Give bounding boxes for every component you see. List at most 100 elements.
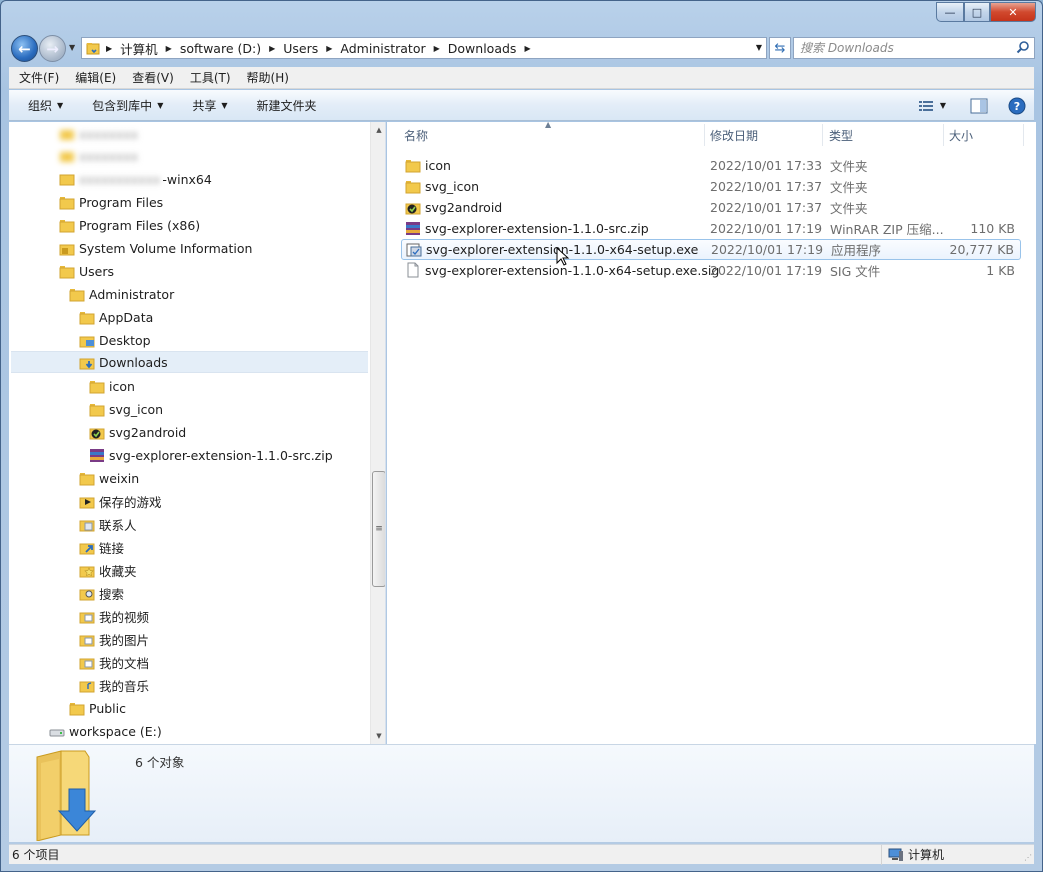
include-in-library-button[interactable]: 包含到库中 ▼ [73, 97, 173, 114]
file-row-setup-sig[interactable]: svg-explorer-extension-1.1.0-x64-setup.e… [401, 260, 1021, 281]
menu-edit[interactable]: 编辑(E) [68, 69, 125, 86]
folder-icon [79, 470, 95, 486]
tree-item-blurred[interactable]: xxxxxxxx [59, 123, 138, 145]
chevron-right-icon: ▶ [106, 43, 113, 53]
close-button[interactable]: ✕ [990, 2, 1036, 22]
synced-folder-icon [405, 199, 421, 215]
music-folder-icon [79, 677, 95, 693]
tree-item-searches[interactable]: 搜索 [79, 582, 124, 604]
column-header-modified[interactable]: 修改日期 [710, 122, 758, 148]
videos-folder-icon [79, 608, 95, 624]
links-icon [79, 539, 95, 555]
share-button[interactable]: 共享 ▼ [173, 97, 237, 114]
recent-pages-dropdown[interactable]: ▼ [69, 43, 75, 52]
chevron-right-icon[interactable]: ▶ [524, 44, 530, 53]
column-header-size[interactable]: 大小 [949, 122, 973, 148]
address-bar[interactable]: ▶ 计算机 ▶ software (D:) ▶ Users ▶ Administrat… [81, 37, 767, 59]
column-divider[interactable] [1023, 124, 1024, 146]
downloads-folder-large-icon [33, 749, 109, 844]
tree-item-blurred[interactable]: xxxxxxxx [59, 145, 138, 167]
search-icon[interactable] [1016, 40, 1030, 57]
tree-item-src-zip[interactable]: svg-explorer-extension-1.1.0-src.zip [89, 444, 333, 466]
tree-item-administrator[interactable]: Administrator [69, 283, 174, 305]
menu-file[interactable]: 文件(F) [9, 69, 68, 86]
tree-item-users[interactable]: Users [59, 260, 114, 282]
winrar-archive-icon [89, 447, 105, 463]
folder-icon [405, 157, 421, 173]
tree-item-contacts[interactable]: 联系人 [79, 513, 137, 535]
breadcrumb-drive-d[interactable]: software (D:) ▶ [180, 41, 275, 56]
chevron-right-icon[interactable]: ▶ [326, 44, 332, 53]
saved-games-icon [79, 493, 95, 509]
column-divider[interactable] [943, 124, 944, 146]
maximize-button[interactable]: □ [964, 2, 990, 22]
view-options-dropdown[interactable]: ▼ [940, 101, 946, 110]
status-bar: 6 个项目 计算机 ⋰ [9, 844, 1034, 865]
tree-item-downloads[interactable]: Downloads [11, 351, 368, 373]
preview-pane-icon[interactable] [970, 98, 988, 114]
tree-item-appdata[interactable]: AppData [79, 306, 153, 328]
column-header-name[interactable]: 名称 [404, 122, 428, 148]
organize-button[interactable]: 组织 ▼ [9, 97, 73, 114]
tree-item-my-pictures[interactable]: 我的图片 [79, 628, 149, 650]
tree-item-winx64[interactable]: xxxxxxxxxxx -winx64 [59, 168, 212, 190]
tree-item-my-videos[interactable]: 我的视频 [79, 605, 149, 627]
chevron-right-icon[interactable]: ▶ [166, 44, 172, 53]
folder-icon [86, 41, 100, 55]
resize-grip-icon[interactable]: ⋰ [1024, 853, 1032, 862]
breadcrumb-downloads[interactable]: Downloads ▶ [448, 41, 531, 56]
tree-item-saved-games[interactable]: 保存的游戏 [79, 490, 162, 512]
tree-item-svg2android[interactable]: svg2android [89, 421, 186, 443]
file-row-setup-exe[interactable]: svg-explorer-extension-1.1.0-x64-setup.e… [401, 239, 1021, 260]
tree-item-system-volume-information[interactable]: System Volume Information [59, 237, 252, 259]
menu-help[interactable]: 帮助(H) [240, 69, 298, 86]
tree-item-favorites[interactable]: 收藏夹 [79, 559, 137, 581]
tree-item-program-files[interactable]: Program Files [59, 191, 163, 213]
breadcrumb-computer[interactable]: 计算机 ▶ [120, 39, 172, 58]
forward-button[interactable]: → [39, 35, 66, 62]
tree-scrollbar[interactable]: ▲ ≡ ▼ [370, 122, 385, 744]
refresh-button[interactable]: ⇆ [769, 37, 791, 59]
breadcrumb-users[interactable]: Users ▶ [283, 41, 332, 56]
tree-item-program-files-x86[interactable]: Program Files (x86) [59, 214, 200, 236]
file-row-icon[interactable]: icon 2022/10/01 17:33 文件夹 [401, 155, 1021, 176]
chevron-right-icon[interactable]: ▶ [434, 44, 440, 53]
tree-item-icon[interactable]: icon [89, 375, 135, 397]
menu-bar: 文件(F) 编辑(E) 查看(V) 工具(T) 帮助(H) [9, 67, 1034, 89]
tree-item-links[interactable]: 链接 [79, 536, 124, 558]
column-header-type[interactable]: 类型 [829, 122, 853, 148]
column-divider[interactable] [704, 124, 705, 146]
file-row-svg2android[interactable]: svg2android 2022/10/01 17:37 文件夹 [401, 197, 1021, 218]
menu-view[interactable]: 查看(V) [125, 69, 183, 86]
menu-tools[interactable]: 工具(T) [183, 69, 240, 86]
back-button[interactable]: ← [11, 35, 38, 62]
tree-item-my-documents[interactable]: 我的文档 [79, 651, 149, 673]
address-history-dropdown[interactable]: ▼ [756, 43, 762, 52]
file-row-src-zip[interactable]: svg-explorer-extension-1.1.0-src.zip 202… [401, 218, 1021, 239]
minimize-button[interactable]: — [936, 2, 964, 22]
navigation-bar: ← → ▼ ▶ 计算机 ▶ software (D:) ▶ Users ▶ Admin… [9, 33, 1035, 63]
search-input[interactable] [794, 38, 1004, 58]
tree-item-my-music[interactable]: 我的音乐 [79, 674, 149, 696]
view-options-icon[interactable] [918, 99, 936, 113]
folder-icon [79, 309, 95, 325]
breadcrumb-administrator[interactable]: Administrator ▶ [340, 41, 439, 56]
selection-count: 6 个对象 [135, 755, 185, 770]
scroll-down-arrow-icon[interactable]: ▼ [371, 728, 385, 744]
tree-item-svg-icon[interactable]: svg_icon [89, 398, 163, 420]
chevron-right-icon[interactable]: ▶ [269, 44, 275, 53]
help-icon[interactable]: ? [1008, 97, 1026, 115]
file-row-svg-icon[interactable]: svg_icon 2022/10/01 17:37 文件夹 [401, 176, 1021, 197]
command-bar: 组织 ▼ 包含到库中 ▼ 共享 ▼ 新建文件夹 ▼ ? [9, 90, 1034, 121]
scrollbar-thumb[interactable]: ≡ [372, 471, 385, 587]
tree-item-public[interactable]: Public [69, 697, 126, 719]
search-box[interactable] [793, 37, 1035, 59]
column-divider[interactable] [822, 124, 823, 146]
folder-icon [405, 178, 421, 194]
new-folder-button[interactable]: 新建文件夹 [238, 97, 327, 114]
favorites-icon [79, 562, 95, 578]
tree-item-workspace-e[interactable]: workspace (E:) [49, 720, 162, 742]
tree-item-weixin[interactable]: weixin [79, 467, 139, 489]
tree-item-desktop[interactable]: Desktop [79, 329, 151, 351]
scroll-up-arrow-icon[interactable]: ▲ [371, 122, 385, 138]
